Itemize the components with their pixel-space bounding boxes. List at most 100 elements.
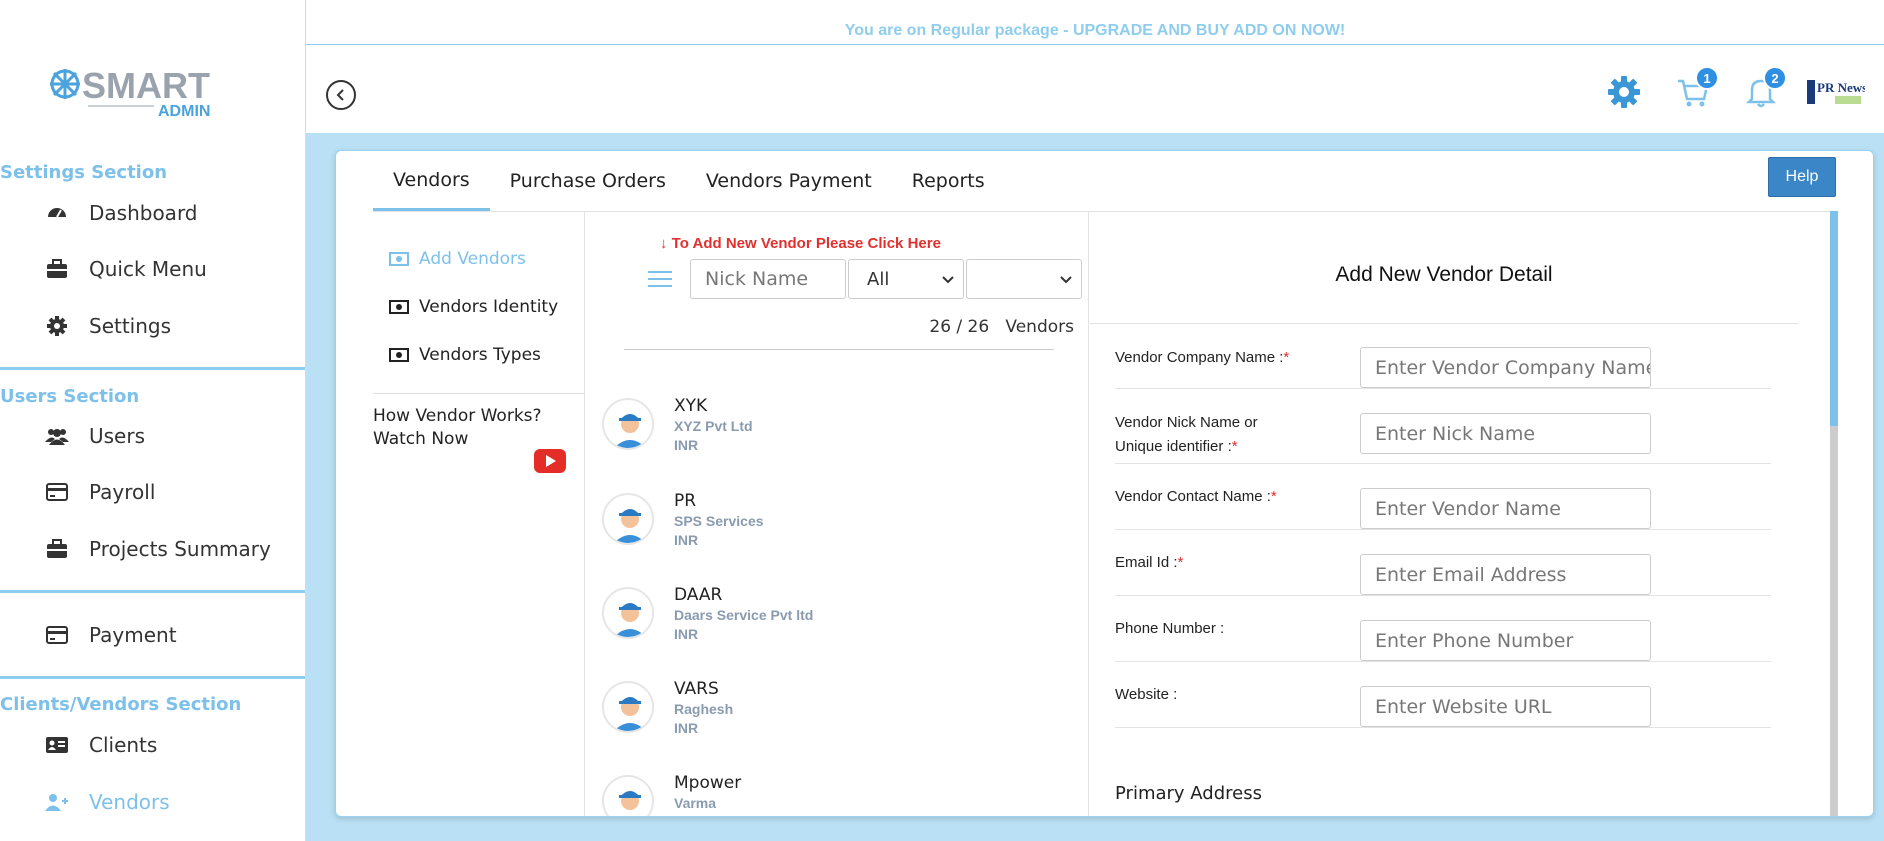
contact-name-field[interactable] — [1360, 488, 1651, 529]
notifications-button[interactable]: 2 — [1741, 66, 1787, 112]
email-field[interactable] — [1360, 554, 1651, 595]
type-filter-select[interactable] — [966, 259, 1082, 299]
svg-text:PR News: PR News — [1817, 80, 1865, 95]
vendor-nick: VARS — [674, 679, 719, 699]
nick-name-field[interactable] — [1360, 413, 1651, 454]
vendor-currency: INR — [674, 532, 699, 548]
upgrade-banner[interactable]: You are on Regular package - UPGRADE AND… — [306, 0, 1884, 45]
tab-vendors[interactable]: Vendors — [373, 151, 490, 211]
vendor-nick: XYK — [674, 396, 708, 416]
vendor-avatar-icon — [602, 775, 654, 816]
subnav-add-vendors[interactable]: Add Vendors — [389, 249, 526, 269]
vendor-count: 26 / 26 Vendors — [929, 317, 1074, 337]
briefcase-icon — [45, 257, 69, 281]
sidebar-separator — [0, 676, 305, 679]
vendor-avatar-icon — [602, 681, 654, 733]
form-title: Add New Vendor Detail — [1335, 263, 1553, 286]
sidebar-item-dashboard[interactable]: Dashboard — [45, 198, 198, 228]
svg-text:SMART: SMART — [82, 66, 210, 106]
sidebar-item-payment[interactable]: Payment — [45, 620, 177, 650]
tab-reports[interactable]: Reports — [892, 151, 1005, 211]
tab-purchase-orders[interactable]: Purchase Orders — [490, 151, 686, 211]
sidebar-item-vendors[interactable]: Vendors — [45, 787, 170, 817]
vendor-currency: INR — [674, 720, 699, 736]
phone-field[interactable] — [1360, 620, 1651, 661]
subnav-vendors-types[interactable]: Vendors Types — [389, 345, 541, 365]
user-plus-icon — [45, 790, 69, 814]
contact-name-label: Vendor Contact Name :* — [1115, 488, 1277, 505]
svg-text:ADMIN: ADMIN — [158, 103, 210, 120]
list-divider — [624, 349, 1054, 350]
section-title-users: Users Section — [0, 386, 140, 407]
sidebar-item-quick-menu[interactable]: Quick Menu — [45, 254, 207, 284]
vendor-nick: DAAR — [674, 585, 723, 605]
website-label: Website : — [1115, 686, 1178, 703]
sidebar-separator — [0, 367, 305, 370]
youtube-icon[interactable] — [534, 449, 566, 473]
nick-name-search-input[interactable] — [690, 259, 846, 299]
help-button[interactable]: Help — [1768, 157, 1836, 197]
website-field[interactable] — [1360, 686, 1651, 727]
users-icon — [45, 424, 69, 448]
vendor-avatar-icon — [602, 398, 654, 450]
notification-count-badge: 2 — [1763, 66, 1787, 90]
profile-avatar[interactable]: PR News — [1804, 72, 1866, 112]
vendor-currency: INR — [674, 437, 699, 453]
settings-gear-button[interactable] — [1604, 72, 1644, 112]
chevron-left-icon — [336, 89, 344, 101]
sidebar-item-projects-summary[interactable]: Projects Summary — [45, 534, 271, 564]
vendor-avatar-icon — [602, 493, 654, 545]
vendor-list-item[interactable]: VARS Raghesh INR — [602, 679, 1072, 759]
vendor-company: SPS Services — [674, 513, 764, 529]
chevron-down-icon — [942, 276, 954, 284]
vendor-avatar-icon — [602, 587, 654, 639]
top-bar: 1 2 PR News — [306, 45, 1884, 133]
section-title-settings: Settings Section — [0, 162, 168, 183]
money-icon — [389, 348, 409, 362]
vendor-currency: GBP — [674, 814, 704, 816]
add-vendor-hint: ↓ To Add New Vendor Please Click Here — [660, 235, 941, 252]
vendor-nick: PR — [674, 491, 697, 511]
vendor-list-panel: ↓ To Add New Vendor Please Click Here Al… — [586, 211, 1089, 816]
tab-vendors-payment[interactable]: Vendors Payment — [686, 151, 892, 211]
vendor-currency: INR — [674, 626, 699, 642]
dashboard-icon — [45, 201, 69, 225]
sidebar-item-clients[interactable]: Clients — [45, 730, 157, 760]
currency-filter-select[interactable]: All — [848, 259, 964, 299]
snowflake-logo-icon — [50, 69, 80, 99]
vendor-company: Varma — [674, 795, 717, 811]
subnav-vendors-identity[interactable]: Vendors Identity — [389, 297, 558, 317]
subnav-divider — [373, 393, 585, 394]
vendor-company: XYZ Pvt Ltd — [674, 418, 753, 434]
collapse-sidebar-button[interactable] — [326, 80, 356, 110]
sidebar-item-settings[interactable]: Settings — [45, 311, 171, 341]
hamburger-menu-icon[interactable] — [648, 269, 672, 289]
sidebar-item-users[interactable]: Users — [45, 421, 145, 451]
money-icon — [389, 252, 409, 266]
gear-icon — [1608, 76, 1640, 108]
add-vendor-form: Add New Vendor Detail Vendor Company Nam… — [1090, 211, 1873, 816]
vendor-company: Raghesh — [674, 701, 734, 717]
cart-button[interactable]: 1 — [1673, 66, 1719, 112]
vendor-list-item[interactable]: PR SPS Services INR — [602, 491, 1072, 571]
money-icon — [389, 300, 409, 314]
sidebar-separator — [0, 590, 305, 593]
chevron-down-icon — [1060, 276, 1072, 284]
sidebar-item-payroll[interactable]: Payroll — [45, 477, 155, 507]
vendors-subnav: Add Vendors Vendors Identity Vendors Typ… — [373, 211, 585, 816]
sidebar: SMART ADMIN Settings Section Dashboard Q… — [0, 0, 306, 841]
briefcase-icon — [45, 537, 69, 561]
tab-bar: Vendors Purchase Orders Vendors Payment … — [373, 151, 1005, 211]
vendor-list-item[interactable]: DAAR Daars Service Pvt ltd INR — [602, 585, 1072, 665]
form-scrollbar-thumb[interactable] — [1830, 211, 1838, 426]
company-name-field[interactable] — [1360, 347, 1651, 388]
phone-label: Phone Number : — [1115, 620, 1225, 637]
primary-address-heading: Primary Address — [1115, 783, 1262, 804]
smart-admin-logo[interactable]: SMART ADMIN — [48, 65, 228, 122]
vendors-card: Vendors Purchase Orders Vendors Payment … — [335, 150, 1874, 817]
how-vendor-works-link[interactable]: How Vendor Works? Watch Now — [373, 405, 583, 451]
vendor-list-item[interactable]: XYK XYZ Pvt Ltd INR — [602, 396, 1072, 476]
vendor-nick: Mpower — [674, 773, 742, 793]
vendor-list-item[interactable]: Mpower Varma GBP — [602, 773, 1072, 816]
credit-card-icon — [45, 623, 69, 647]
